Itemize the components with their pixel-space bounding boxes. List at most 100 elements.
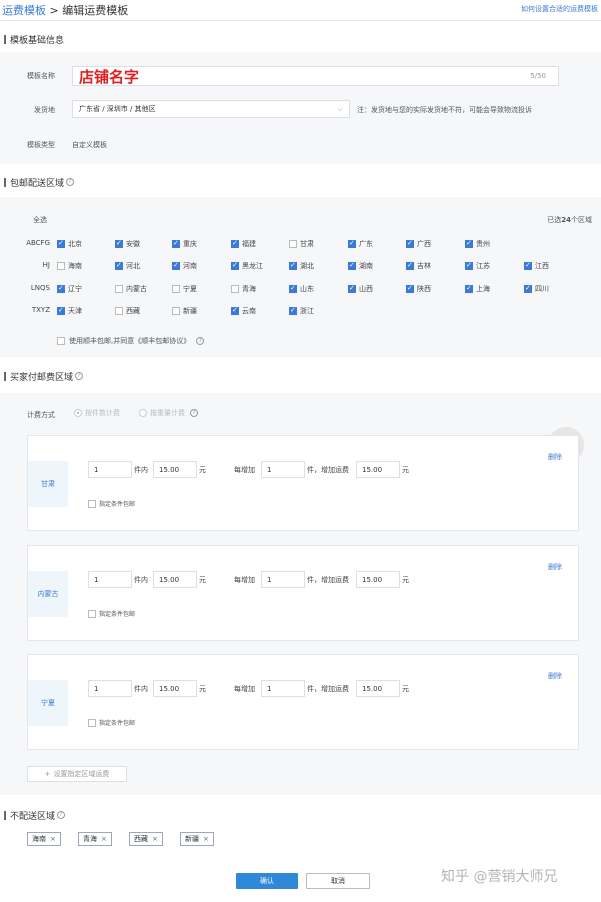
add-fee-input[interactable]: 15.00 — [356, 461, 400, 478]
province-checkbox-item[interactable]: 河南 — [172, 261, 197, 271]
first-fee-input[interactable]: 15.00 — [153, 571, 197, 588]
delete-region-link[interactable]: 删除 — [548, 562, 562, 572]
calc-by-weight-option[interactable]: 按重量计费 ? — [139, 408, 198, 418]
province-checkbox[interactable] — [289, 240, 297, 248]
province-checkbox[interactable] — [231, 306, 239, 315]
province-checkbox[interactable] — [289, 261, 297, 270]
cond-free-option[interactable]: 指定条件包邮 — [88, 609, 135, 618]
cond-free-checkbox[interactable] — [88, 609, 96, 618]
close-icon[interactable]: × — [50, 835, 56, 843]
province-checkbox-item[interactable]: 湖北 — [289, 261, 314, 271]
province-checkbox-item[interactable]: 甘肃 — [289, 239, 314, 249]
first-fee-input[interactable]: 15.00 — [153, 461, 197, 478]
breadcrumb-parent-link[interactable]: 运费模板 — [2, 4, 46, 17]
province-checkbox-item[interactable]: 陕西 — [406, 284, 431, 294]
province-checkbox-item[interactable]: 云南 — [231, 306, 256, 316]
province-checkbox[interactable] — [57, 284, 65, 293]
calc-by-count-option[interactable]: 按件数计费 — [74, 408, 120, 418]
province-checkbox[interactable] — [348, 239, 356, 248]
add-fee-input[interactable]: 15.00 — [356, 680, 400, 697]
template-name-input[interactable]: 店铺名字 5/50 — [72, 66, 559, 86]
province-checkbox[interactable] — [289, 306, 297, 315]
sf-agree-checkbox[interactable] — [57, 337, 65, 345]
province-checkbox[interactable] — [348, 284, 356, 293]
province-checkbox-item[interactable]: 吉林 — [406, 261, 431, 271]
province-checkbox-item[interactable]: 重庆 — [172, 239, 197, 249]
help-icon[interactable]: ? — [57, 811, 66, 819]
province-checkbox-item[interactable]: 安徽 — [115, 239, 140, 249]
province-checkbox-item[interactable]: 广西 — [406, 239, 431, 249]
province-checkbox-item[interactable]: 西藏 — [115, 306, 140, 316]
province-checkbox[interactable] — [172, 307, 180, 315]
province-checkbox[interactable] — [231, 239, 239, 248]
province-checkbox[interactable] — [348, 261, 356, 270]
calc-by-weight-radio[interactable] — [139, 409, 147, 417]
close-icon[interactable]: × — [152, 835, 158, 843]
province-checkbox-item[interactable]: 黑龙江 — [231, 261, 263, 271]
cond-free-checkbox[interactable] — [88, 718, 96, 727]
cond-free-option[interactable]: 指定条件包邮 — [88, 499, 135, 508]
province-checkbox-item[interactable]: 新疆 — [172, 306, 197, 316]
province-checkbox-item[interactable]: 湖南 — [348, 261, 373, 271]
province-checkbox[interactable] — [57, 306, 65, 315]
calc-by-count-radio[interactable] — [74, 409, 82, 417]
province-checkbox-item[interactable]: 贵州 — [465, 239, 490, 249]
add-region-button[interactable]: + 设置指定区域运费 — [27, 766, 127, 782]
province-checkbox[interactable] — [172, 239, 180, 248]
delete-region-link[interactable]: 删除 — [548, 452, 562, 462]
province-checkbox[interactable] — [289, 284, 297, 293]
province-checkbox[interactable] — [57, 239, 65, 248]
help-icon[interactable]: ? — [190, 409, 198, 417]
sf-agree-row[interactable]: 使用顺丰包邮,并同意《顺丰包邮协议》 ? — [57, 336, 205, 346]
help-icon[interactable]: ? — [66, 178, 75, 186]
cond-free-option[interactable]: 指定条件包邮 — [88, 718, 135, 727]
add-qty-input[interactable]: 1 — [261, 571, 305, 588]
province-checkbox[interactable] — [465, 284, 473, 293]
province-checkbox-item[interactable]: 海南 — [57, 261, 82, 271]
province-checkbox[interactable] — [115, 239, 123, 248]
first-qty-input[interactable]: 1 — [88, 680, 132, 697]
province-checkbox[interactable] — [115, 307, 123, 315]
select-all-link[interactable]: 全选 — [33, 215, 47, 225]
ship-from-select[interactable]: 广东省 / 深圳市 / 其他区 ⌵ — [72, 100, 350, 118]
add-qty-input[interactable]: 1 — [261, 680, 305, 697]
province-checkbox-item[interactable]: 河北 — [115, 261, 140, 271]
first-fee-input[interactable]: 15.00 — [153, 680, 197, 697]
province-checkbox-item[interactable]: 宁夏 — [172, 284, 197, 294]
province-checkbox-item[interactable]: 北京 — [57, 239, 82, 249]
province-checkbox[interactable] — [406, 261, 414, 270]
province-checkbox-item[interactable]: 青海 — [231, 284, 256, 294]
province-checkbox-item[interactable]: 上海 — [465, 284, 490, 294]
province-checkbox[interactable] — [115, 261, 123, 270]
first-qty-input[interactable]: 1 — [88, 571, 132, 588]
province-checkbox-item[interactable]: 天津 — [57, 306, 82, 316]
province-checkbox[interactable] — [172, 261, 180, 270]
province-checkbox-item[interactable]: 江苏 — [465, 261, 490, 271]
province-checkbox[interactable] — [524, 284, 532, 293]
province-checkbox-item[interactable]: 浙江 — [289, 306, 314, 316]
province-checkbox[interactable] — [231, 285, 239, 293]
province-checkbox[interactable] — [57, 262, 65, 270]
province-checkbox-item[interactable]: 四川 — [524, 284, 549, 294]
help-icon[interactable]: ? — [196, 337, 205, 345]
province-checkbox-item[interactable]: 山西 — [348, 284, 373, 294]
province-checkbox[interactable] — [231, 261, 239, 270]
province-checkbox-item[interactable]: 广东 — [348, 239, 373, 249]
close-icon[interactable]: × — [101, 835, 107, 843]
delete-region-link[interactable]: 删除 — [548, 671, 562, 681]
cond-free-checkbox[interactable] — [88, 499, 96, 508]
province-checkbox[interactable] — [172, 285, 180, 293]
first-qty-input[interactable]: 1 — [88, 461, 132, 478]
confirm-button[interactable]: 确认 — [236, 873, 298, 889]
province-checkbox-item[interactable]: 内蒙古 — [115, 284, 147, 294]
province-checkbox-item[interactable]: 山东 — [289, 284, 314, 294]
help-link[interactable]: 如何设置合适的运费模板 — [521, 4, 598, 14]
province-checkbox[interactable] — [524, 261, 532, 270]
close-icon[interactable]: × — [203, 835, 209, 843]
province-checkbox-item[interactable]: 江西 — [524, 261, 549, 271]
cancel-button[interactable]: 取消 — [306, 873, 370, 889]
province-checkbox-item[interactable]: 辽宁 — [57, 284, 82, 294]
province-checkbox[interactable] — [115, 285, 123, 293]
province-checkbox[interactable] — [406, 239, 414, 248]
help-icon[interactable]: ? — [75, 372, 84, 380]
